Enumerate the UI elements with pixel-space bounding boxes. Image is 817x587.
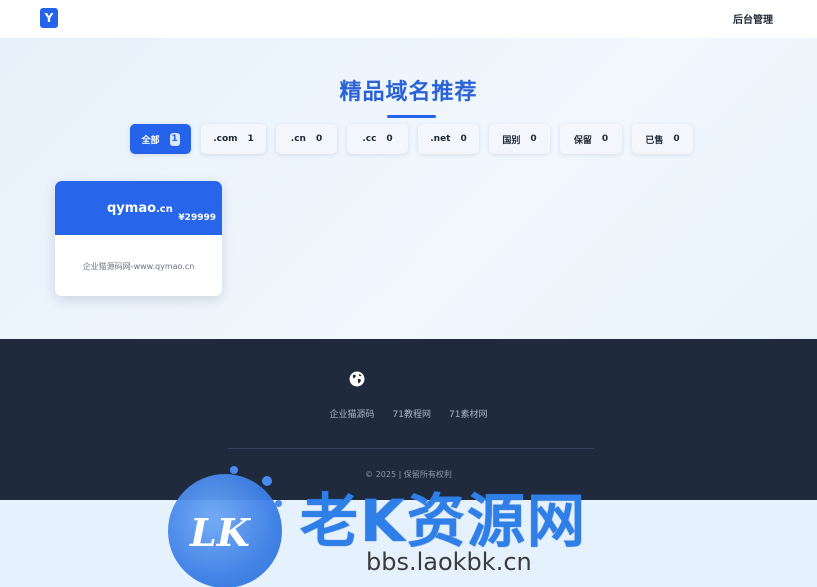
tab-reserved[interactable]: 保留 0 xyxy=(560,124,622,154)
tab-label: 保留 xyxy=(573,135,592,146)
tab-count: 0 xyxy=(530,134,537,144)
page-title: 精品域名推荐 xyxy=(339,80,478,105)
tab-cn[interactable]: .cn 0 xyxy=(276,124,337,154)
tab-count: 0 xyxy=(601,134,609,144)
tab-net[interactable]: .net 0 xyxy=(418,124,479,154)
watermark-logo-badge: LK xyxy=(168,474,282,587)
watermark-title: 老K资源网 xyxy=(300,487,587,555)
main-content: 精品域名推荐 全部 1 .com 1 .cn 0 .cc 0 .net 0 国别… xyxy=(0,38,817,339)
tab-cc[interactable]: .cc 0 xyxy=(347,124,408,154)
tab-count: 1 xyxy=(169,132,180,146)
tab-count: 1 xyxy=(247,134,254,144)
domain-card-header: qymao .cn ¥29999 xyxy=(55,181,222,235)
domain-name: qymao xyxy=(107,201,157,216)
footer-links: 企业猫源码 71教程网 71素材网 xyxy=(0,407,817,420)
domain-price: ¥29999 xyxy=(178,213,216,223)
tab-label: 已售 xyxy=(645,135,664,146)
tab-label: .com xyxy=(213,134,238,144)
footer-link[interactable]: 71教程网 xyxy=(393,407,431,420)
watermark-dot xyxy=(230,466,238,474)
watermark-badge-text: LK xyxy=(190,510,250,555)
watermark-dot xyxy=(210,482,215,487)
footer-link[interactable]: 企业猫源码 xyxy=(330,407,375,420)
tab-sold[interactable]: 已售 0 xyxy=(632,124,693,154)
tab-count: 0 xyxy=(315,134,323,144)
title-underline xyxy=(387,115,436,118)
footer-link[interactable]: 71素材网 xyxy=(449,407,487,420)
tab-country[interactable]: 国别 0 xyxy=(489,124,550,154)
domain-description: 企业猫源码网-www.qymao.cn xyxy=(82,262,195,271)
filter-tabs: 全部 1 .com 1 .cn 0 .cc 0 .net 0 国别 0 保留 0… xyxy=(130,124,693,154)
domain-tld: .cn xyxy=(156,204,173,215)
globe-icon xyxy=(349,371,365,387)
tab-label: .cn xyxy=(290,134,306,144)
tab-label: 国别 xyxy=(502,135,521,146)
tab-label: 全部 xyxy=(141,135,160,146)
admin-link[interactable]: 后台管理 xyxy=(733,11,773,26)
watermark-dot xyxy=(262,476,272,486)
tab-count: 0 xyxy=(386,134,393,144)
tab-label: .net xyxy=(430,134,451,144)
domain-card[interactable]: qymao .cn ¥29999 企业猫源码网-www.qymao.cn xyxy=(55,181,222,296)
tab-label: .cc xyxy=(362,134,377,144)
footer-divider xyxy=(228,448,594,449)
top-header: Y 后台管理 xyxy=(0,0,817,38)
site-logo[interactable]: Y xyxy=(40,8,58,28)
watermark-dot xyxy=(275,500,282,507)
tab-count: 0 xyxy=(460,134,467,144)
tab-all[interactable]: 全部 1 xyxy=(130,124,191,154)
tab-com[interactable]: .com 1 xyxy=(201,124,266,154)
watermark-url: bbs.laokbk.cn xyxy=(366,548,532,576)
tab-count: 0 xyxy=(673,134,680,144)
